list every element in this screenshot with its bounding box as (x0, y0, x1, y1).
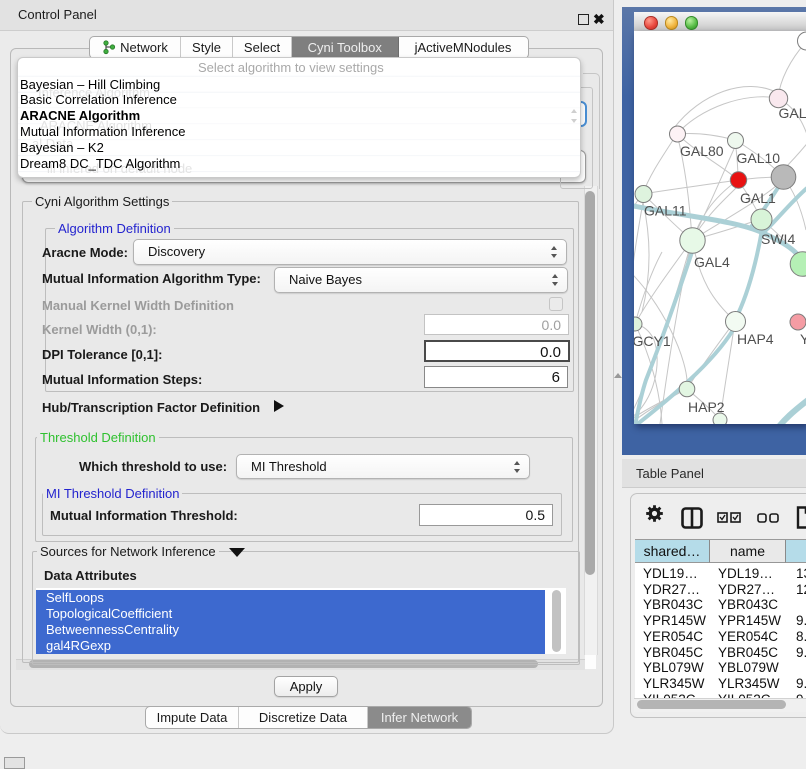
svg-text:HAP2: HAP2 (688, 399, 725, 415)
svg-text:GAL: GAL (779, 105, 806, 121)
svg-text:GAL11: GAL11 (644, 203, 687, 219)
svg-text:HAP4: HAP4 (737, 331, 774, 347)
svg-text:GCY1: GCY1 (634, 333, 671, 349)
svg-text:GAL1: GAL1 (740, 190, 776, 206)
svg-text:GAL4: GAL4 (694, 254, 730, 270)
svg-text:Y: Y (800, 331, 806, 347)
svg-text:GAL10: GAL10 (737, 150, 781, 166)
svg-text:SWI4: SWI4 (761, 231, 795, 247)
svg-text:GAL80: GAL80 (680, 143, 724, 159)
